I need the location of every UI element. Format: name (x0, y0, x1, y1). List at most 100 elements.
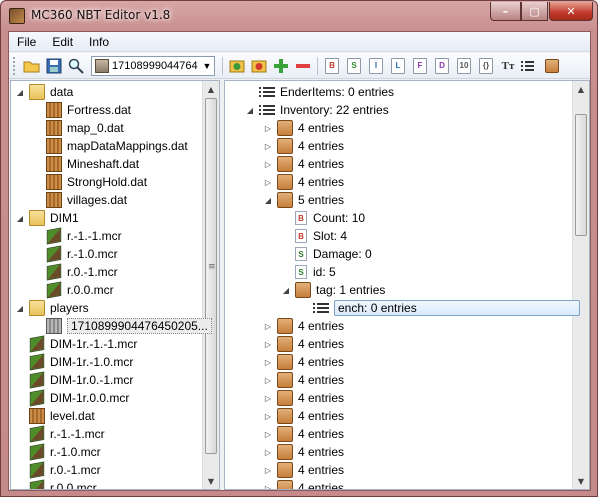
file-tree-item[interactable]: r.0.-1.mcr (32, 263, 118, 281)
scroll-up-arrow-icon[interactable]: ▲ (573, 81, 589, 97)
file-tree-item[interactable]: DIM-1r.0.-1.mcr (15, 371, 133, 389)
file-tree-item[interactable]: Fortress.dat (32, 101, 131, 119)
collapsed-arrow-icon[interactable]: ▷ (263, 159, 273, 169)
file-tree-item[interactable]: DIM-1r.-1.-1.mcr (15, 335, 137, 353)
search-button[interactable] (67, 57, 85, 75)
file-tree-item[interactable]: r.0.0.mcr (32, 281, 114, 299)
expanded-arrow-icon[interactable]: ◢ (281, 285, 291, 295)
collapsed-arrow-icon[interactable]: ▷ (263, 465, 273, 475)
menu-file[interactable]: File (9, 32, 44, 52)
region-select[interactable]: 17108999044764 ▼ (91, 55, 215, 76)
collapsed-arrow-icon[interactable]: ▷ (263, 375, 273, 385)
nbt-tree-item[interactable]: ▷ 4 entries (263, 335, 344, 353)
nbt-tree-item[interactable]: ▷ 4 entries (263, 173, 344, 191)
file-tree-item[interactable]: ◢ DIM1 (15, 209, 79, 227)
panel-splitter-grip[interactable]: ≡ (208, 262, 216, 272)
collapsed-arrow-icon[interactable]: ▷ (263, 447, 273, 457)
nbt-tree-panel[interactable]: ▲ ▼ EnderItems: 0 entries ◢ Inventory: 22 … (224, 80, 590, 490)
expanded-arrow-icon[interactable]: ◢ (15, 303, 25, 313)
file-tree-item[interactable]: StrongHold.dat (32, 173, 147, 191)
menu-info[interactable]: Info (81, 32, 117, 52)
save-button[interactable] (45, 57, 63, 75)
nbt-tree-item[interactable]: ▷ 4 entries (263, 155, 344, 173)
file-tree-item[interactable]: level.dat (15, 407, 95, 425)
float-tag-button[interactable]: F (411, 57, 429, 75)
expanded-arrow-icon[interactable]: ◢ (245, 105, 255, 115)
open-folder-button[interactable] (23, 57, 41, 75)
nbt-tree-item[interactable]: ▷ 4 entries (263, 461, 344, 479)
nbt-tree-item[interactable]: Sid: 5 (281, 263, 336, 281)
nbt-tree-item[interactable]: ◢ tag: 1 entries (281, 281, 385, 299)
file-tree-item[interactable]: r.0.0.mcr (15, 479, 97, 489)
nbt-tree-item[interactable]: ◢ Inventory: 22 entries (245, 101, 389, 119)
file-tree-item[interactable]: ◢ players (15, 299, 89, 317)
short-tag-button[interactable]: S (345, 57, 363, 75)
add-tag-button[interactable] (272, 57, 290, 75)
collapsed-arrow-icon[interactable]: ▷ (263, 429, 273, 439)
file-tree-scrollbar[interactable]: ▲ ▼ (202, 81, 219, 489)
compound-tag-button[interactable] (543, 57, 561, 75)
export-button[interactable] (250, 57, 268, 75)
file-tree-item[interactable]: villages.dat (32, 191, 127, 209)
int-tag-button[interactable]: I (367, 57, 385, 75)
collapsed-arrow-icon[interactable]: ▷ (263, 483, 273, 490)
nbt-tree-item[interactable]: B Slot: 4 (281, 227, 347, 245)
byte-tag-button[interactable]: B (323, 57, 341, 75)
scroll-thumb[interactable] (575, 114, 587, 236)
minimize-button[interactable]: – (490, 2, 521, 21)
long-tag-button[interactable]: L (389, 57, 407, 75)
import-button[interactable] (228, 57, 246, 75)
collapsed-arrow-icon[interactable]: ▷ (263, 177, 273, 187)
file-tree-item[interactable]: ◢ data (15, 83, 73, 101)
file-tree-item[interactable]: DIM-1r.0.0.mcr (15, 389, 129, 407)
file-tree-item[interactable]: r.-1.-1.mcr (32, 227, 122, 245)
file-tree-item[interactable]: DIM-1r.-1.0.mcr (15, 353, 133, 371)
nbt-tree-item[interactable]: EnderItems: 0 entries (245, 83, 394, 101)
file-tree-item[interactable]: Mineshaft.dat (32, 155, 139, 173)
nbt-tree-item[interactable]: ▷ 4 entries (263, 371, 344, 389)
scroll-down-arrow-icon[interactable]: ▼ (203, 473, 219, 489)
nbt-tree-item[interactable]: B Count: 10 (281, 209, 365, 227)
nbt-tree-item[interactable]: ▷ 4 entries (263, 119, 344, 137)
nbt-tree-item[interactable]: ▷ 4 entries (263, 137, 344, 155)
file-tree-item[interactable]: r.-1.-1.mcr (15, 425, 105, 443)
file-tree-item[interactable]: mapDataMappings.dat (32, 137, 188, 155)
nbt-tree-item[interactable]: ▷ 4 entries (263, 407, 344, 425)
byte-array-tag-button[interactable]: 10 (455, 57, 473, 75)
file-tree-item[interactable]: r.0.-1.mcr (15, 461, 101, 479)
collapsed-arrow-icon[interactable]: ▷ (263, 393, 273, 403)
title-bar[interactable]: MC360 NBT Editor v1.8 – ▢ ✕ (1, 1, 597, 31)
scroll-up-arrow-icon[interactable]: ▲ (203, 81, 219, 97)
file-tree-item[interactable]: 1710899904476450205... (32, 317, 212, 335)
expanded-arrow-icon[interactable]: ◢ (263, 195, 273, 205)
int-array-tag-button[interactable]: {} (477, 57, 495, 75)
nbt-tree-item[interactable]: ▷ 4 entries (263, 425, 344, 443)
nbt-tree-item[interactable]: ▷ 4 entries (263, 479, 344, 490)
nbt-tree-item[interactable]: ◢ 5 entries (263, 191, 344, 209)
nbt-tree-item[interactable]: ▷ 4 entries (263, 317, 344, 335)
expanded-arrow-icon[interactable]: ◢ (15, 213, 25, 223)
nbt-tree-item[interactable]: ench: 0 entries (299, 299, 580, 317)
menu-edit[interactable]: Edit (44, 32, 81, 52)
file-tree-item[interactable]: r.-1.0.mcr (15, 443, 101, 461)
collapsed-arrow-icon[interactable]: ▷ (263, 321, 273, 331)
file-tree-panel[interactable]: ▲ ▼ ◢ data Fortress.dat map_0.dat mapDataMap… (10, 80, 220, 490)
delete-tag-button[interactable] (294, 57, 312, 75)
nbt-tree-item[interactable]: ▷ 4 entries (263, 389, 344, 407)
expanded-arrow-icon[interactable]: ◢ (15, 87, 25, 97)
nbt-tree-scrollbar[interactable]: ▲ ▼ (572, 81, 589, 489)
collapsed-arrow-icon[interactable]: ▷ (263, 357, 273, 367)
scroll-down-arrow-icon[interactable]: ▼ (573, 473, 589, 489)
file-tree-item[interactable]: r.-1.0.mcr (32, 245, 118, 263)
collapsed-arrow-icon[interactable]: ▷ (263, 123, 273, 133)
double-tag-button[interactable]: D (433, 57, 451, 75)
collapsed-arrow-icon[interactable]: ▷ (263, 141, 273, 151)
string-tag-button[interactable]: Tт (499, 57, 517, 75)
list-tag-button[interactable] (521, 57, 539, 75)
collapsed-arrow-icon[interactable]: ▷ (263, 411, 273, 421)
toolbar-grip[interactable] (13, 56, 16, 75)
nbt-tree-item[interactable]: S Damage: 0 (281, 245, 372, 263)
nbt-tree-item[interactable]: ▷ 4 entries (263, 443, 344, 461)
file-tree-item[interactable]: map_0.dat (32, 119, 124, 137)
collapsed-arrow-icon[interactable]: ▷ (263, 339, 273, 349)
